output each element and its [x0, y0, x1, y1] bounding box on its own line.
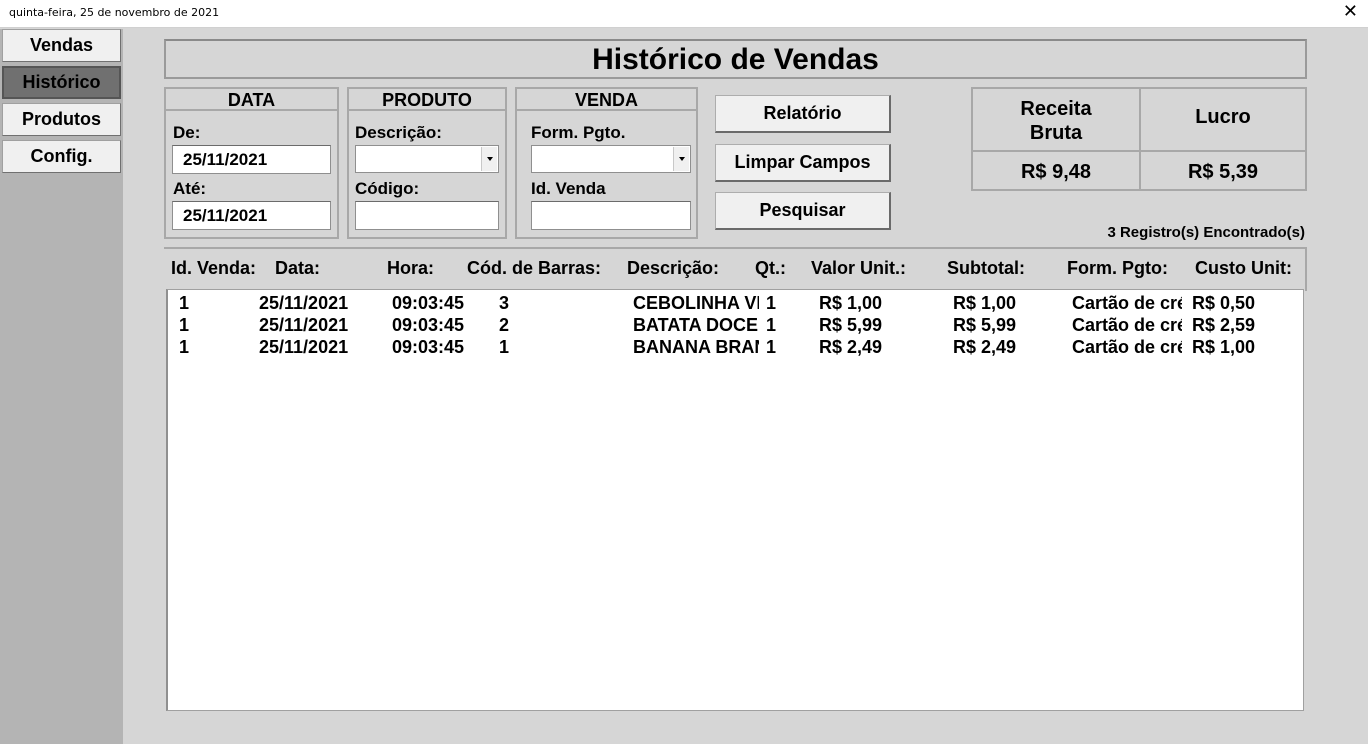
code-input[interactable] — [355, 201, 499, 230]
cell-description: CEBOLINHA VERDE — [633, 293, 759, 313]
column-header: Valor Unit.: — [811, 258, 907, 278]
cell-unit-price: R$ 1,00 — [819, 293, 883, 313]
nav-produtos-button[interactable]: Produtos — [2, 103, 121, 136]
description-select[interactable] — [355, 145, 499, 173]
gross-revenue-label: Receita Bruta — [1020, 98, 1092, 144]
nav-config-button[interactable]: Config. — [2, 140, 121, 173]
column-header: Descrição: — [627, 258, 720, 278]
chevron-down-icon[interactable] — [481, 147, 497, 171]
cell-unit-price: R$ 5,99 — [819, 315, 883, 335]
profit-value: R$ 5,39 — [1187, 161, 1259, 183]
cell-payment: Cartão de crédito — [1072, 293, 1182, 313]
cell-barcode: 1 — [499, 337, 510, 357]
date-from-input[interactable]: 25/11/2021 — [172, 145, 331, 174]
gross-revenue-value: R$ 9,48 — [1020, 161, 1092, 183]
clear-fields-button[interactable]: Limpar Campos — [715, 144, 891, 182]
sale-group-title: VENDA — [517, 89, 696, 111]
date-from-label: De: — [173, 123, 201, 142]
cell-sale-id: 1 — [179, 337, 190, 357]
cell-unit-price: R$ 2,49 — [819, 337, 883, 357]
description-label: Descrição: — [355, 123, 442, 142]
date-to-label: Até: — [173, 179, 207, 198]
date-to-input[interactable]: 25/11/2021 — [172, 201, 331, 230]
column-header: Qt.: — [755, 258, 786, 278]
code-label: Código: — [355, 179, 420, 198]
cell-description: BATATA DOCE — [633, 315, 758, 335]
product-filter-group: PRODUTO Descrição: Código: — [347, 87, 507, 239]
cell-description: BANANA BRANCA — [633, 337, 759, 357]
cell-qty: 1 — [766, 315, 777, 335]
cell-barcode: 2 — [499, 315, 510, 335]
cell-sale-id: 1 — [179, 293, 190, 313]
cell-qty: 1 — [766, 337, 777, 357]
page-title: Histórico de Vendas — [164, 39, 1307, 79]
cell-time: 09:03:45 — [392, 293, 465, 313]
report-button[interactable]: Relatório — [715, 95, 891, 133]
current-date: quinta-feira, 25 de novembro de 2021 — [9, 6, 220, 19]
sale-filter-group: VENDA Form. Pgto. Id. Venda — [515, 87, 698, 239]
chevron-down-icon[interactable] — [673, 147, 689, 171]
column-header: Custo Unit: — [1195, 258, 1292, 278]
payment-method-select[interactable] — [531, 145, 691, 173]
column-header: Form. Pgto: — [1067, 258, 1168, 278]
nav-historico-button[interactable]: Histórico — [2, 66, 121, 99]
table-header: Id. Venda: Data: Hora: Cód. de Barras: D… — [164, 247, 1307, 291]
date-filter-group: DATA De: 25/11/2021 Até: 25/11/2021 — [164, 87, 339, 239]
close-icon[interactable]: ✕ — [1343, 2, 1358, 22]
window-titlebar: quinta-feira, 25 de novembro de 2021 ✕ — [0, 0, 1368, 28]
cell-date: 25/11/2021 — [259, 293, 349, 313]
product-group-title: PRODUTO — [349, 89, 505, 111]
column-header: Cód. de Barras: — [467, 258, 602, 278]
cell-payment: Cartão de crédito — [1072, 337, 1182, 357]
table-row[interactable]: 1 25/11/2021 09:03:45 1 BANANA BRANCA 1 … — [168, 336, 1303, 358]
search-button[interactable]: Pesquisar — [715, 192, 891, 230]
column-header: Hora: — [387, 258, 435, 278]
cell-barcode: 3 — [499, 293, 510, 313]
cell-date: 25/11/2021 — [259, 315, 349, 335]
table-row[interactable]: 1 25/11/2021 09:03:45 3 CEBOLINHA VERDE … — [168, 292, 1303, 314]
payment-method-label: Form. Pgto. — [531, 123, 626, 142]
cell-qty: 1 — [766, 293, 777, 313]
nav-vendas-button[interactable]: Vendas — [2, 29, 121, 62]
cell-unit-cost: R$ 1,00 — [1192, 337, 1256, 357]
profit-label: Lucro — [1195, 106, 1251, 128]
column-header: Id. Venda: — [171, 258, 257, 278]
cell-time: 09:03:45 — [392, 315, 465, 335]
cell-unit-cost: R$ 2,59 — [1192, 315, 1256, 335]
table-row[interactable]: 1 25/11/2021 09:03:45 2 BATATA DOCE 1 R$… — [168, 314, 1303, 336]
sale-id-input[interactable] — [531, 201, 691, 230]
cell-unit-cost: R$ 0,50 — [1192, 293, 1256, 313]
sales-summary: Receita Bruta Lucro R$ 9,48 R$ 5,39 — [971, 87, 1307, 191]
cell-subtotal: R$ 2,49 — [953, 337, 1017, 357]
cell-subtotal: R$ 5,99 — [953, 315, 1017, 335]
summary-divider — [973, 150, 1305, 152]
date-group-title: DATA — [166, 89, 337, 111]
cell-sale-id: 1 — [179, 315, 190, 335]
column-header: Subtotal: — [947, 258, 1025, 278]
cell-subtotal: R$ 1,00 — [953, 293, 1017, 313]
sale-id-label: Id. Venda — [531, 179, 606, 198]
cell-date: 25/11/2021 — [259, 337, 349, 357]
sales-history-list[interactable]: 1 25/11/2021 09:03:45 3 CEBOLINHA VERDE … — [166, 289, 1304, 711]
sidebar: Vendas Histórico Produtos Config. — [0, 29, 123, 744]
cell-time: 09:03:45 — [392, 337, 465, 357]
cell-payment: Cartão de crédito — [1072, 315, 1182, 335]
column-header: Data: — [275, 258, 321, 278]
records-count: 3 Registro(s) Encontrado(s) — [1107, 224, 1305, 241]
